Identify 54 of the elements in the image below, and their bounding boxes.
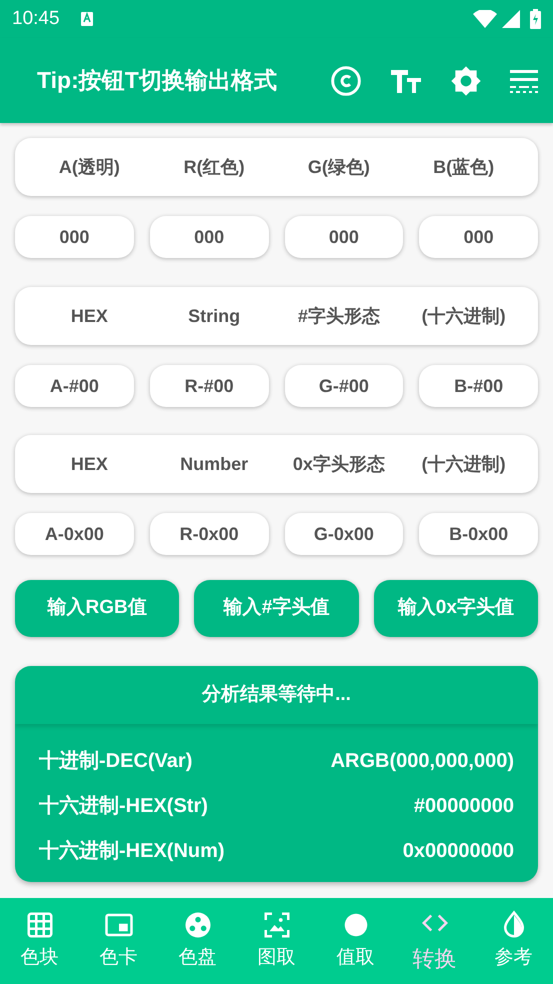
column-label: #字头形态 bbox=[296, 304, 381, 328]
value-chip: 000 bbox=[419, 216, 538, 258]
nav-tab[interactable]: 值取 bbox=[316, 898, 395, 984]
column-label: (十六进制) bbox=[420, 304, 507, 328]
value-chip: R-#00 bbox=[150, 365, 268, 407]
value-chip: 000 bbox=[284, 216, 404, 258]
image-icon bbox=[262, 910, 292, 940]
text-size-icon[interactable] bbox=[390, 68, 422, 94]
column-label: R(红色) bbox=[182, 156, 246, 179]
copyright-icon[interactable] bbox=[330, 64, 362, 96]
wifi-icon bbox=[473, 10, 497, 28]
nav-tab[interactable]: 色盘 bbox=[158, 898, 237, 984]
result-label: 十进制-DEC(Var) bbox=[39, 749, 192, 774]
nav-tab[interactable]: 转换 bbox=[395, 898, 474, 984]
app-title: Tip:按钮T切换输出格式 bbox=[37, 66, 277, 96]
column-label: B(蓝色) bbox=[432, 156, 496, 179]
status-time: 10:45 bbox=[12, 6, 60, 31]
keyboard-icon bbox=[80, 11, 94, 27]
battery-icon bbox=[530, 9, 541, 29]
nav-tab[interactable]: 参考 bbox=[474, 898, 553, 984]
value-chip: 000 bbox=[150, 216, 268, 258]
grid-icon bbox=[24, 910, 54, 940]
input-button[interactable]: 输入#字头值 bbox=[194, 580, 359, 637]
column-label: (十六进制) bbox=[420, 452, 507, 476]
nav-tab[interactable]: 图取 bbox=[237, 898, 316, 984]
value-chip: A-0x00 bbox=[15, 513, 134, 555]
nav-tab[interactable]: 色块 bbox=[0, 898, 79, 984]
value-chip: B-0x00 bbox=[419, 513, 538, 555]
value-chip: G-#00 bbox=[284, 365, 404, 407]
result-value: 0x00000000 bbox=[402, 839, 514, 864]
subtitles-icon[interactable] bbox=[510, 68, 538, 94]
column-label: Number bbox=[179, 452, 250, 476]
value-chip: R-0x00 bbox=[150, 513, 268, 555]
value-chip: G-0x00 bbox=[284, 513, 404, 555]
value-chip: A-#00 bbox=[15, 365, 134, 407]
value-chip: B-#00 bbox=[419, 365, 538, 407]
result-label: 十六进制-HEX(Num) bbox=[39, 838, 225, 864]
input-button[interactable]: 输入RGB值 bbox=[15, 580, 180, 637]
column-label: 0x字头形态 bbox=[292, 452, 386, 476]
result-label: 十六进制-HEX(Str) bbox=[39, 794, 208, 819]
result-value: ARGB(000,000,000) bbox=[330, 749, 514, 774]
result-value: #00000000 bbox=[414, 794, 514, 819]
column-label: G(绿色) bbox=[306, 156, 371, 179]
column-label: A(透明) bbox=[58, 156, 121, 179]
brightness-icon[interactable] bbox=[450, 64, 482, 96]
result-title: 分析结果等待中... bbox=[202, 682, 351, 707]
nav-tab[interactable]: 色卡 bbox=[79, 898, 158, 984]
column-label: HEX bbox=[70, 452, 109, 476]
signal-icon bbox=[502, 10, 520, 28]
palette-icon bbox=[182, 910, 212, 940]
column-label: HEX bbox=[70, 304, 109, 328]
input-button[interactable]: 输入0x字头值 bbox=[374, 580, 538, 637]
value-chip: 000 bbox=[15, 216, 134, 258]
column-label: String bbox=[187, 304, 242, 328]
